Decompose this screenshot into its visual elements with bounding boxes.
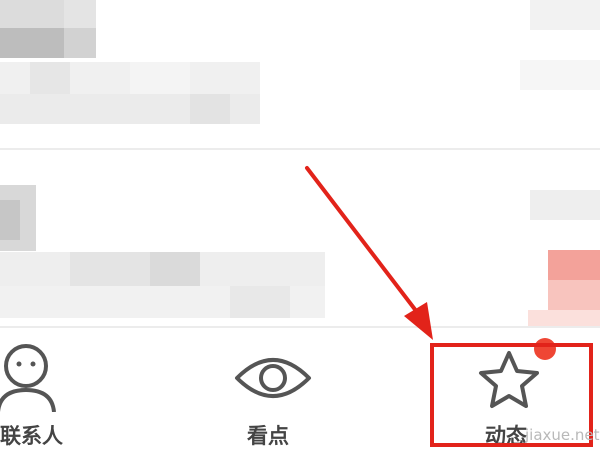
contacts-person-icon [0, 344, 56, 412]
tab-label-contacts: 联系人 [0, 424, 63, 448]
feed-content-blurred [0, 0, 600, 330]
feed-divider [0, 148, 600, 150]
watermark-text: jiaxue.net [525, 426, 600, 444]
eye-icon [235, 358, 311, 398]
tab-watch[interactable]: 看点 [225, 328, 325, 450]
tab-label-watch: 看点 [247, 424, 289, 448]
tab-contacts[interactable]: 联系人 [0, 328, 110, 450]
